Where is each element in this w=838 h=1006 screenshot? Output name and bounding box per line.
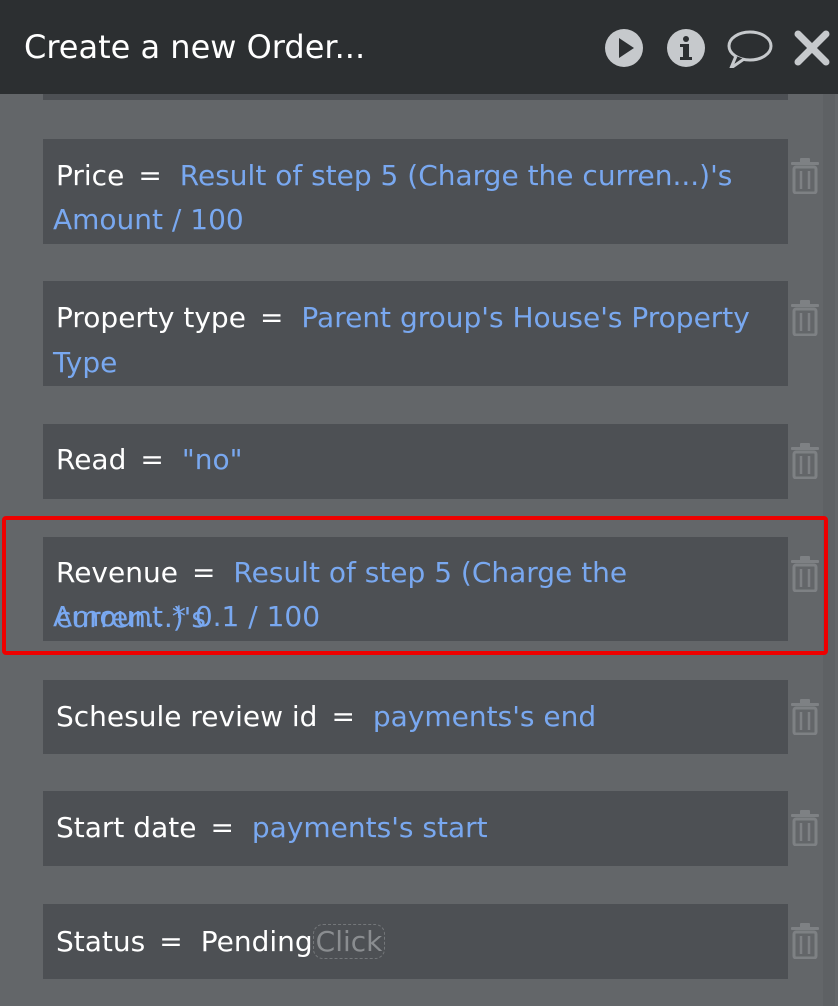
field-row-read[interactable]: Read = "no" [43,424,788,499]
equals-sign: = [331,700,355,733]
expression-continuation[interactable]: Amount * 0.1 / 100 [53,594,320,639]
trash-icon[interactable] [790,158,820,195]
field-row-property-type[interactable]: Property type = Parent group's House's Pro… [43,281,788,386]
trash-icon[interactable] [790,810,820,847]
close-icon[interactable] [794,28,830,68]
equals-sign: = [259,301,284,334]
field-name: Revenue [56,556,178,589]
expression-value[interactable]: "no" [182,443,243,476]
play-icon[interactable] [604,28,644,68]
dynamic-expression-placeholder[interactable]: Click [312,924,386,959]
scrollbar[interactable] [823,94,835,1006]
trash-icon[interactable] [790,300,820,337]
previous-field-row [43,94,788,100]
field-name: Read [56,443,127,476]
field-row-price[interactable]: Price = Result of step 5 (Charge the curre… [43,139,788,244]
trash-icon[interactable] [790,556,820,593]
expression-continuation[interactable]: Type [53,340,117,385]
expression-value[interactable]: payments's end [373,700,596,733]
trash-icon[interactable] [790,699,820,736]
speech-bubble-icon[interactable] [726,28,774,68]
workflow-action-panel: Create a new Order... Price = Result of … [0,0,838,1006]
expression-value[interactable]: Parent group's House's Property [301,301,749,334]
info-icon[interactable] [666,28,706,68]
field-row-revenue[interactable]: Revenue = Result of step 5 (Charge the cur… [43,537,788,641]
panel-title: Create a new Order... [24,28,366,66]
expression-value[interactable]: payments's start [252,811,488,844]
field-row-schesule-review-id[interactable]: Schesule review id = payments's end [43,680,788,754]
field-name: Schesule review id [56,700,318,733]
expression-value[interactable]: Result of step 5 (Charge the curren...)'… [180,159,733,192]
equals-sign: = [140,443,164,476]
equals-sign: = [210,811,234,844]
field-name: Property type [56,301,246,334]
title-bar: Create a new Order... [0,0,838,94]
field-name: Start date [56,811,197,844]
field-row-status[interactable]: Status = Pending Click [43,904,788,979]
equals-sign: = [191,556,216,589]
field-row-start-date[interactable]: Start date = payments's start [43,791,788,866]
field-name: Price [56,159,125,192]
equals-sign: = [138,159,162,192]
status-value[interactable]: Pending [201,925,313,958]
expression-continuation[interactable]: Amount / 100 [53,197,244,242]
trash-icon[interactable] [790,443,820,480]
equals-sign: = [159,925,183,958]
field-name: Status [56,925,146,958]
trash-icon[interactable] [790,923,820,960]
